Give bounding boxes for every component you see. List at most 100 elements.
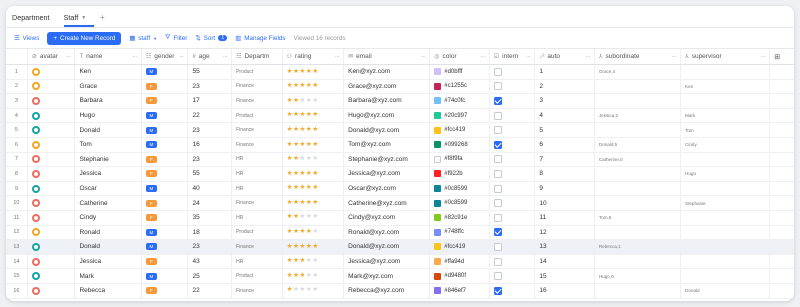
gender-cell[interactable]: M bbox=[142, 240, 189, 254]
star-icon[interactable]: ★ bbox=[293, 185, 299, 192]
column-header-name[interactable]: Tname ··· bbox=[75, 49, 142, 64]
supervisor-cell[interactable] bbox=[681, 94, 771, 108]
star-icon[interactable]: ★ bbox=[300, 185, 306, 192]
avatar-cell[interactable] bbox=[28, 210, 76, 225]
more-icon[interactable]: ··· bbox=[132, 54, 137, 60]
subordinate-cell[interactable] bbox=[595, 181, 682, 196]
star-icon[interactable]: ★ bbox=[293, 126, 299, 134]
star-icon[interactable]: ★ bbox=[293, 199, 299, 207]
more-icon[interactable]: ··· bbox=[66, 54, 71, 60]
more-icon[interactable]: ··· bbox=[761, 54, 766, 60]
star-icon[interactable]: ★ bbox=[300, 214, 306, 221]
more-icon[interactable]: ··· bbox=[672, 54, 677, 60]
avatar-cell[interactable] bbox=[28, 225, 76, 240]
avatar-cell[interactable] bbox=[28, 94, 76, 108]
department-cell[interactable]: Finance bbox=[232, 79, 283, 94]
intern-checkbox[interactable] bbox=[493, 184, 502, 193]
more-icon[interactable]: ··· bbox=[179, 54, 184, 60]
department-cell[interactable]: Product bbox=[232, 225, 283, 240]
star-icon[interactable]: ★ bbox=[312, 126, 318, 134]
intern-checkbox[interactable] bbox=[493, 126, 502, 135]
table-row[interactable]: 9 Oscar M 40 HR ★ ★ ★ ★ ★ Oscar@xyz.com #0c8… bbox=[6, 181, 794, 197]
rating-cell[interactable]: ★ ★ ★ ★ ★ bbox=[283, 167, 345, 181]
column-header-department[interactable]: ☷ Departm bbox=[232, 49, 283, 64]
intern-cell[interactable] bbox=[490, 94, 536, 108]
age-cell[interactable]: 55 bbox=[188, 65, 233, 79]
star-icon[interactable]: ★ bbox=[293, 258, 299, 265]
name-cell[interactable]: Donald bbox=[75, 123, 142, 137]
column-header-auto[interactable]: ↓² auto ··· bbox=[535, 49, 595, 64]
color-cell[interactable]: #c1255c bbox=[430, 79, 490, 94]
intern-checkbox[interactable] bbox=[493, 242, 502, 251]
star-icon[interactable]: ★ bbox=[287, 68, 293, 76]
star-icon[interactable]: ★ bbox=[293, 272, 299, 280]
star-icon[interactable]: ★ bbox=[306, 214, 312, 221]
gender-cell[interactable]: M bbox=[142, 137, 189, 152]
name-cell[interactable]: Ronald bbox=[75, 225, 142, 240]
supervisor-cell[interactable]: Mark bbox=[681, 108, 771, 123]
star-icon[interactable]: ★ bbox=[312, 258, 318, 265]
table-row[interactable]: 11 Cindy F 35 HR ★ ★ ★ ★ ★ Cindy@xyz.com #82… bbox=[6, 210, 794, 226]
department-cell[interactable]: Finance bbox=[232, 283, 283, 298]
star-icon[interactable]: ★ bbox=[300, 141, 306, 149]
email-cell[interactable]: Catherine@xyz.com bbox=[344, 196, 431, 210]
table-row[interactable]: 5 Donald M 23 Finance ★ ★ ★ ★ ★ Donald@xyz.c… bbox=[6, 123, 794, 138]
intern-checkbox[interactable] bbox=[493, 111, 502, 120]
rating-cell[interactable]: ★ ★ ★ ★ ★ bbox=[283, 94, 345, 108]
subordinate-cell[interactable] bbox=[595, 94, 682, 108]
age-cell[interactable]: 23 bbox=[188, 123, 233, 137]
star-icon[interactable]: ★ bbox=[293, 68, 299, 76]
supervisor-cell[interactable] bbox=[681, 254, 771, 269]
email-cell[interactable]: Mark@xyz.com bbox=[344, 269, 431, 283]
subordinate-cell[interactable] bbox=[595, 167, 682, 181]
color-cell[interactable]: #f8f9fa bbox=[430, 152, 490, 167]
supervisor-cell[interactable]: Tom bbox=[681, 123, 771, 137]
department-cell[interactable]: HR bbox=[232, 167, 283, 181]
star-icon[interactable]: ★ bbox=[293, 141, 299, 149]
more-icon[interactable]: ··· bbox=[585, 54, 590, 60]
gender-cell[interactable]: M bbox=[142, 269, 189, 283]
name-cell[interactable]: Grace bbox=[75, 79, 142, 94]
gender-cell[interactable]: M bbox=[142, 65, 189, 79]
gender-cell[interactable]: F bbox=[142, 254, 189, 269]
email-cell[interactable]: Oscar@xyz.com bbox=[344, 181, 431, 196]
star-icon[interactable]: ★ bbox=[300, 112, 306, 119]
subordinate-cell[interactable] bbox=[595, 123, 682, 137]
table-row[interactable]: 14 Jessica F 43 HR ★ ★ ★ ★ ★ Jessica@xyz.com… bbox=[6, 254, 794, 270]
email-cell[interactable]: Hugo@xyz.com bbox=[344, 108, 431, 123]
star-icon[interactable]: ★ bbox=[287, 272, 293, 280]
name-cell[interactable]: Oscar bbox=[75, 181, 142, 196]
star-icon[interactable]: ★ bbox=[306, 97, 312, 105]
star-icon[interactable]: ★ bbox=[293, 112, 299, 119]
email-cell[interactable]: Stephanie@xyz.com bbox=[344, 152, 431, 167]
supervisor-cell[interactable]: Hugo bbox=[681, 167, 771, 181]
rating-cell[interactable]: ★ ★ ★ ★ ★ bbox=[283, 283, 345, 298]
intern-cell[interactable] bbox=[490, 123, 536, 137]
intern-cell[interactable] bbox=[490, 210, 536, 225]
star-icon[interactable]: ★ bbox=[293, 170, 299, 178]
department-cell[interactable]: Finance bbox=[232, 240, 283, 254]
star-icon[interactable]: ★ bbox=[287, 185, 293, 192]
intern-checkbox[interactable] bbox=[493, 213, 502, 222]
avatar-cell[interactable] bbox=[28, 137, 76, 152]
chevron-down-icon[interactable]: ▼ bbox=[81, 15, 86, 21]
name-cell[interactable]: Mark bbox=[75, 269, 142, 283]
supervisor-cell[interactable]: Cindy bbox=[681, 137, 771, 152]
email-cell[interactable]: Jessica@xyz.com bbox=[344, 167, 431, 181]
subordinate-cell[interactable] bbox=[595, 196, 682, 210]
subordinate-cell[interactable]: Rebecca,1 bbox=[595, 240, 682, 254]
star-icon[interactable]: ★ bbox=[306, 170, 312, 178]
add-column-button[interactable]: ⊞ bbox=[770, 49, 794, 64]
gender-cell[interactable]: F bbox=[142, 167, 189, 181]
star-icon[interactable]: ★ bbox=[300, 83, 306, 90]
age-cell[interactable]: 23 bbox=[188, 152, 233, 167]
star-icon[interactable]: ★ bbox=[293, 83, 299, 90]
filter-button[interactable]: ⛛ Filter bbox=[165, 34, 187, 42]
star-icon[interactable]: ★ bbox=[300, 170, 306, 178]
department-cell[interactable]: HR bbox=[232, 210, 283, 225]
intern-checkbox[interactable] bbox=[493, 82, 502, 91]
more-icon[interactable]: ··· bbox=[526, 54, 531, 60]
star-icon[interactable]: ★ bbox=[312, 199, 318, 207]
color-cell[interactable]: #d9480f bbox=[430, 269, 490, 283]
email-cell[interactable]: Jessica@xyz.com bbox=[344, 254, 431, 269]
